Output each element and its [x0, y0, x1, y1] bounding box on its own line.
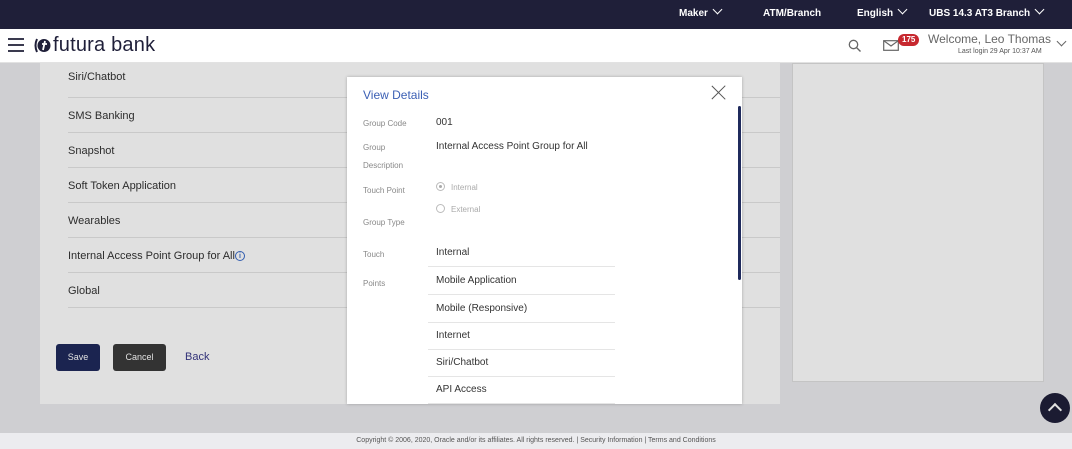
header: futura bank 175 Welcome, Leo Thomas Last…: [0, 29, 1072, 63]
touch-point-item: API Access: [428, 376, 615, 404]
touch-point-item: Siri/Chatbot: [428, 349, 615, 377]
touch-point-group-type-label: Touch Point: [363, 186, 405, 195]
mail-icon[interactable]: [883, 40, 899, 51]
touch-points-label: Touch: [363, 250, 385, 259]
radio-external[interactable]: External: [436, 204, 480, 214]
bank-logo-icon: [34, 38, 51, 53]
group-description-value: Internal Access Point Group for All: [436, 141, 588, 152]
last-login-text: Last login 29 Apr 10:37 AM: [958, 48, 1042, 55]
role-label: Maker: [679, 8, 708, 19]
radio-internal[interactable]: Internal: [436, 182, 478, 192]
group-code-value: 001: [436, 117, 453, 128]
branch-menu[interactable]: UBS 14.3 AT3 Branch: [929, 4, 1045, 19]
menu-icon[interactable]: [8, 38, 24, 52]
view-details-modal: View Details Group Code 001 Group Descri…: [347, 77, 742, 404]
footer-text: Copyright © 2006, 2020, Oracle and/or it…: [356, 437, 716, 444]
chevron-down-icon: [897, 4, 908, 15]
close-icon[interactable]: [710, 83, 728, 101]
touch-point-group-type-label: Group Type: [363, 218, 405, 227]
group-description-label: Description: [363, 161, 404, 170]
language-label: English: [857, 8, 894, 19]
notification-badge: 175: [898, 34, 920, 46]
modal-scrollbar[interactable]: [738, 106, 741, 280]
brand-name: futura bank: [53, 34, 156, 56]
search-icon[interactable]: [848, 39, 862, 53]
touch-point-item: Internal: [428, 239, 615, 267]
modal-title: View Details: [363, 88, 429, 102]
radio-unselected-icon: [436, 204, 445, 213]
touch-point-item: Mobile Application: [428, 267, 615, 295]
top-bar: Maker ATM/Branch English UBS 14.3 AT3 Br…: [0, 0, 1072, 29]
group-code-label: Group Code: [363, 119, 407, 128]
touch-point-item: Internet: [428, 322, 615, 350]
group-description-label: Group: [363, 143, 386, 152]
welcome-text[interactable]: Welcome, Leo Thomas: [928, 32, 1051, 46]
atm-branch-link[interactable]: ATM/Branch: [763, 8, 821, 19]
touch-points-label: Points: [363, 279, 386, 288]
touch-point-item: Mobile (Responsive): [428, 295, 615, 323]
radio-selected-icon: [436, 182, 445, 191]
chevron-down-icon[interactable]: [1056, 36, 1067, 47]
chevron-down-icon: [712, 4, 723, 15]
language-menu[interactable]: English: [857, 4, 908, 19]
role-menu[interactable]: Maker: [679, 4, 723, 19]
chevron-down-icon: [1034, 4, 1045, 15]
branch-label: UBS 14.3 AT3 Branch: [929, 8, 1031, 19]
